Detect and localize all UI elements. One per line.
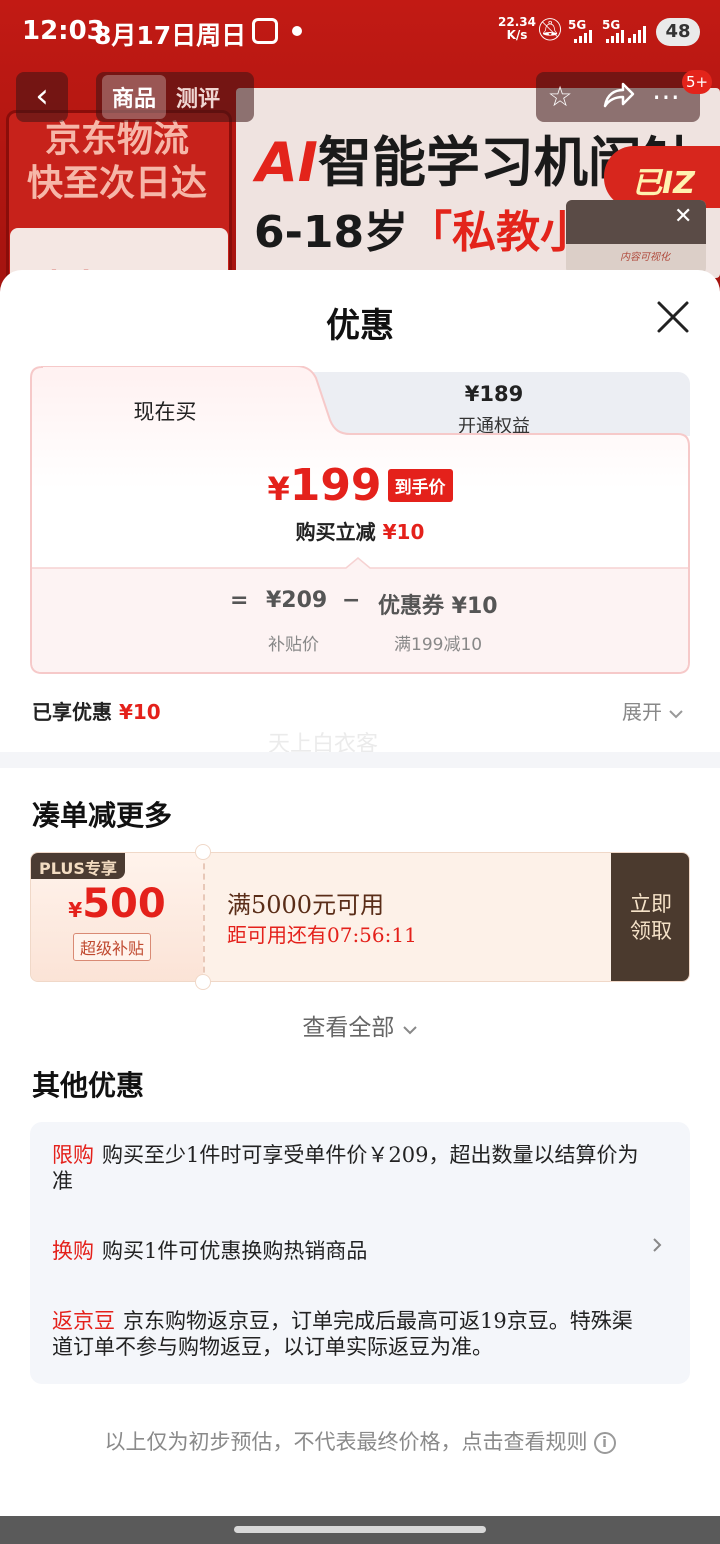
share-icon[interactable]: [600, 80, 636, 114]
banner-ai-text: AI: [256, 131, 318, 194]
expand-button[interactable]: 展开: [622, 696, 684, 725]
yen-symbol: ¥: [267, 470, 290, 508]
offer-text: 购买至少1件时可享受单件价￥209，超出数量以结算价为准: [52, 1143, 639, 1193]
coupon-notch: [195, 974, 211, 990]
screenshot-icon: [252, 18, 278, 44]
coupon-separator: [203, 853, 205, 981]
enjoyed-discount: 已享优惠 ¥10: [32, 696, 161, 725]
tab-buy-now[interactable]: 现在买: [30, 396, 300, 426]
battery-indicator: 48: [656, 18, 700, 46]
chevron-right-icon[interactable]: [650, 1238, 664, 1252]
minus-sign: −: [342, 588, 361, 613]
claim-coupon-button[interactable]: 立即 领取: [611, 853, 689, 981]
other-offers-panel: 限购 购买至少1件时可享受单件价￥209，超出数量以结算价为准 换购 购买1件可优惠…: [30, 1122, 690, 1384]
base-price-label: 补贴价: [268, 635, 319, 655]
equals-sign: =: [230, 588, 249, 613]
chevron-down-icon: [402, 1026, 417, 1035]
banner-tutor: 「私教小: [408, 207, 585, 258]
coupon-value-panel: PLUS专享 ¥500 超级补贴: [31, 853, 203, 981]
status-bar: 12:03 8月17日周日 22.34 K/s 🔕︎ 5G 5G 48: [0, 12, 720, 52]
claim-label-2: 领取: [630, 919, 672, 943]
mute-icon: 🔕︎: [536, 18, 564, 43]
instant-discount-amount: ¥10: [382, 520, 425, 544]
navigation-bar: [0, 1516, 720, 1544]
view-all-label: 查看全部: [302, 1015, 395, 1041]
offer-limit: 限购 购买至少1件时可享受单件价￥209，超出数量以结算价为准: [52, 1142, 652, 1194]
offer-tag: 返京豆: [52, 1309, 115, 1333]
net-speed: 22.34 K/s: [498, 16, 536, 42]
instant-discount: 购买立减 ¥10: [30, 516, 690, 545]
instant-discount-label: 购买立减: [295, 520, 376, 544]
offer-tag: 换购: [52, 1239, 94, 1263]
rules-link[interactable]: 以上仅为初步预估，不代表最终价格，点击查看规则 i: [0, 1426, 720, 1456]
close-button[interactable]: [654, 298, 692, 336]
enjoyed-label: 已享优惠: [32, 700, 112, 724]
sheet-title: 优惠: [326, 306, 394, 346]
brand-logo-tab: 已IZ: [604, 146, 720, 208]
final-price: ¥199 到手价: [30, 460, 690, 511]
enjoyed-amount: ¥10: [118, 700, 161, 724]
logistics-text: 京东物流 快至次日达: [12, 118, 222, 206]
logistics-line2: 快至次日达: [26, 163, 207, 204]
base-price: ¥209: [266, 588, 328, 613]
coupon-countdown: 距可用还有07:56:11: [227, 923, 417, 947]
banner-subline: 6-18岁「私教小: [254, 196, 584, 260]
bundle-section-title: 凑单减更多: [32, 799, 173, 832]
final-price-value: 199: [289, 460, 382, 511]
plus-exclusive-tag: PLUS专享: [31, 853, 125, 879]
home-indicator[interactable]: [234, 1526, 486, 1533]
discount-sheet: 优惠 ¥189 开通权益 现在买 ¥199 到手价 购买立减 ¥10 = ¥20…: [0, 270, 720, 1516]
close-icon: [657, 301, 689, 333]
offer-tag: 限购: [52, 1143, 94, 1167]
plus-coupon: PLUS专享 ¥500 超级补贴 满5000元可用 距可用还有07:56:11 …: [30, 852, 690, 982]
chevron-down-icon: [669, 710, 684, 719]
tab-goods[interactable]: 商品: [102, 75, 167, 119]
final-price-amount: ¥199: [267, 460, 381, 511]
price-formula: = ¥209 − 优惠券 ¥10: [30, 588, 690, 619]
video-thumbnail[interactable]: ✕ 内容可视化: [566, 200, 706, 274]
coupon-condition: 满5000元可用: [227, 891, 385, 919]
signal-bars-icon: [606, 30, 624, 43]
offer-text: 购买1件可优惠换购热销商品: [102, 1239, 368, 1263]
claim-label-1: 立即: [630, 892, 672, 916]
banner-age: 6-18岁: [254, 207, 409, 258]
chevron-left-icon: ‹: [35, 76, 49, 116]
expand-label: 展开: [622, 700, 662, 724]
nav-tabs: 商品 测评: [96, 72, 254, 122]
coupon-rule: 满199减10: [394, 635, 483, 655]
signal-bars-icon: [574, 30, 592, 43]
info-icon: i: [593, 1432, 616, 1454]
back-button[interactable]: ‹: [16, 72, 68, 122]
yen-symbol: ¥: [68, 898, 83, 922]
logistics-line1: 京东物流: [44, 119, 189, 160]
offer-text: 京东购物返京豆，订单完成后最高可返19京豆。特殊渠道订单不参与购物返豆，以订单实…: [52, 1309, 633, 1359]
tab-review[interactable]: 测评: [166, 75, 230, 119]
price-breakdown-card: ¥189 开通权益 现在买 ¥199 到手价 购买立减 ¥10 = ¥209 − …: [30, 366, 690, 674]
footnote-text: 以上仅为初步预估，不代表最终价格，点击查看规则: [104, 1430, 588, 1454]
nav-actions: ☆ ⋯: [536, 72, 700, 122]
section-divider: [0, 752, 720, 768]
more-icon[interactable]: ⋯: [648, 80, 684, 114]
status-time: 12:03: [22, 16, 105, 46]
coupon-notch: [195, 844, 211, 860]
coupon-value: ¥500: [31, 881, 203, 927]
close-icon[interactable]: ✕: [674, 204, 692, 229]
message-badge: 5+: [682, 70, 713, 94]
coupon-type-label: 超级补贴: [73, 933, 152, 961]
other-offers-title: 其他优惠: [32, 1069, 145, 1102]
view-all-button[interactable]: 查看全部: [0, 1008, 720, 1042]
net-speed-unit: K/s: [506, 28, 528, 42]
offer-jingdou: 返京豆 京东购物返京豆，订单完成后最高可返19京豆。特殊渠道订单不参与购物返豆，以…: [52, 1308, 652, 1360]
signal-bars-icon: [628, 26, 646, 43]
star-icon[interactable]: ☆: [542, 80, 578, 114]
video-caption: 内容可视化: [620, 252, 670, 263]
final-price-tag: 到手价: [387, 469, 453, 502]
status-date: 8月17日周日: [94, 21, 247, 50]
coupon-value-amount: 500: [82, 881, 166, 927]
offer-exchange[interactable]: 换购 购买1件可优惠换购热销商品: [52, 1238, 652, 1264]
coupon-amount: 优惠券 ¥10: [378, 594, 498, 619]
notification-dot-icon: [292, 26, 302, 36]
